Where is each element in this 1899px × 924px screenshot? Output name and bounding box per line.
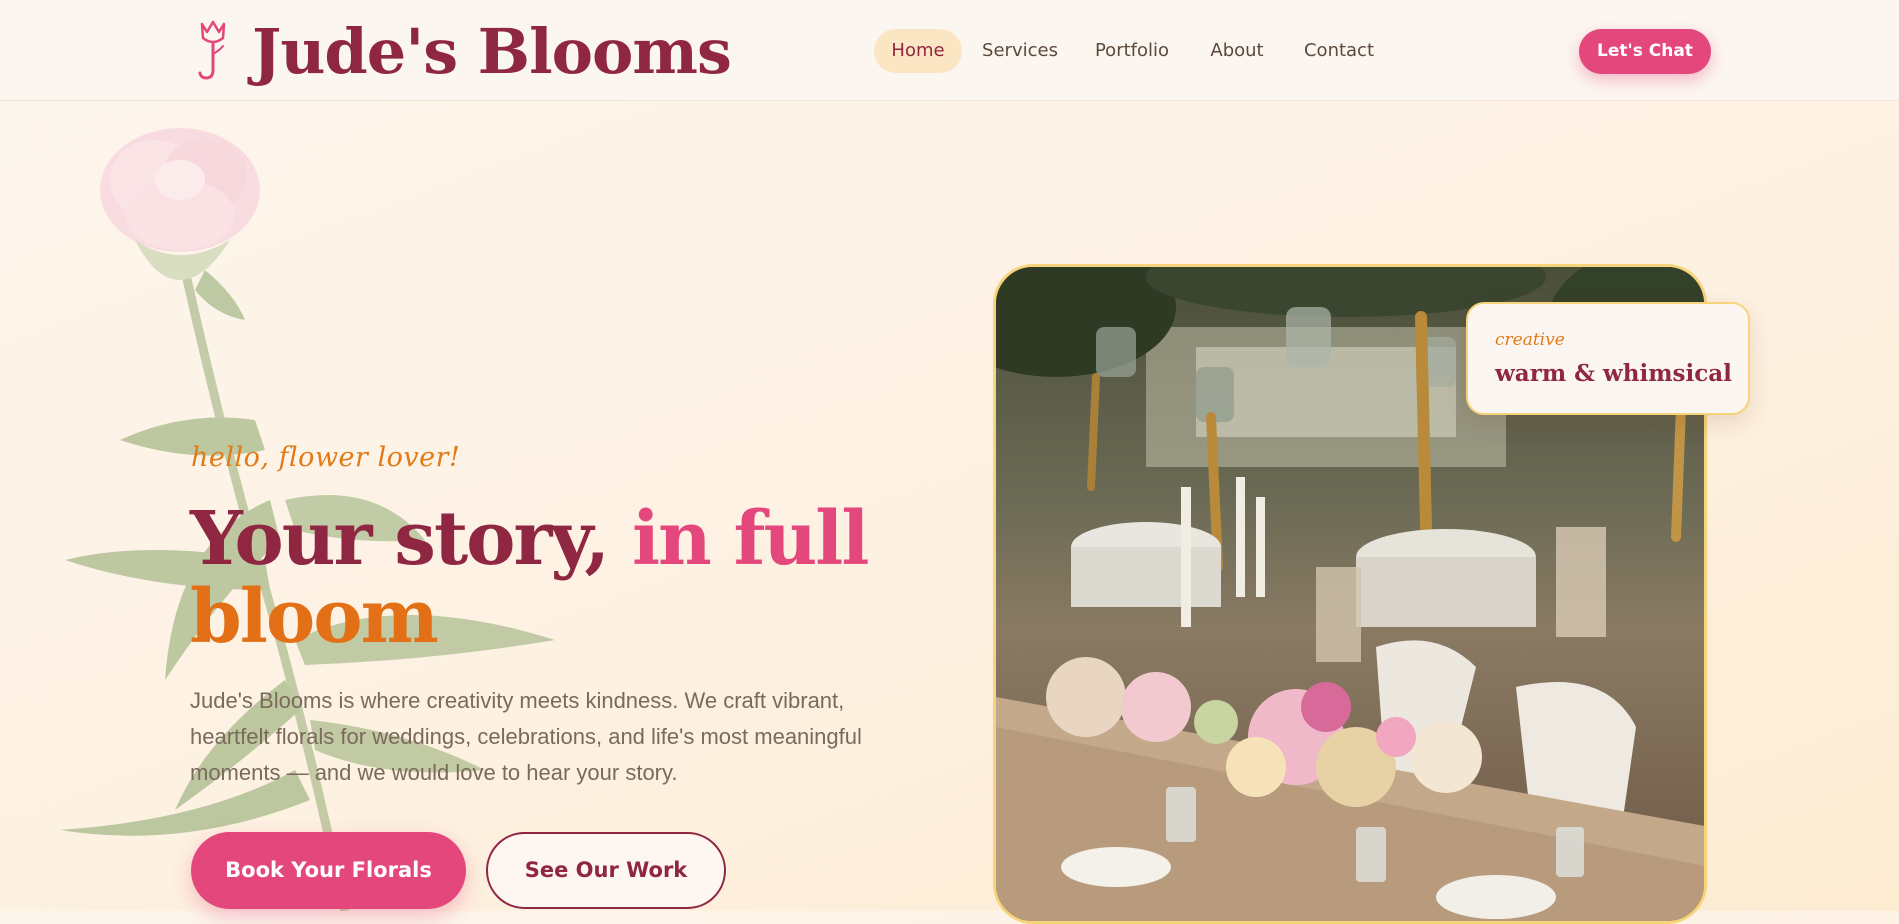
nav-contact[interactable]: Contact xyxy=(1300,29,1378,73)
see-our-work-button[interactable]: See Our Work xyxy=(486,832,726,909)
badge-label: creative xyxy=(1495,330,1565,350)
headline-part-3: bloom xyxy=(190,574,439,660)
nav-about[interactable]: About xyxy=(1205,29,1269,73)
nav-portfolio[interactable]: Portfolio xyxy=(1087,29,1177,73)
badge-title: warm & whimsical xyxy=(1495,360,1732,387)
headline-part-1: Your story, xyxy=(190,496,632,582)
site-header: Jude's Blooms Home Services Portfolio Ab… xyxy=(0,0,1899,101)
nav-services[interactable]: Services xyxy=(975,29,1065,73)
lets-chat-button[interactable]: Let's Chat xyxy=(1579,29,1711,74)
brand-name[interactable]: Jude's Blooms xyxy=(252,12,732,92)
tulip-j-icon[interactable] xyxy=(196,20,230,82)
hero-intro: Jude's Blooms is where creativity meets … xyxy=(190,688,862,785)
style-badge: creative warm & whimsical xyxy=(1466,302,1750,415)
book-florals-button[interactable]: Book Your Florals xyxy=(191,832,466,909)
hero-eyebrow: hello, flower lover! xyxy=(191,442,461,473)
hero-headline: Your story, in full bloom xyxy=(190,500,890,656)
headline-part-2: in full xyxy=(631,496,870,582)
nav-home[interactable]: Home xyxy=(874,29,962,73)
